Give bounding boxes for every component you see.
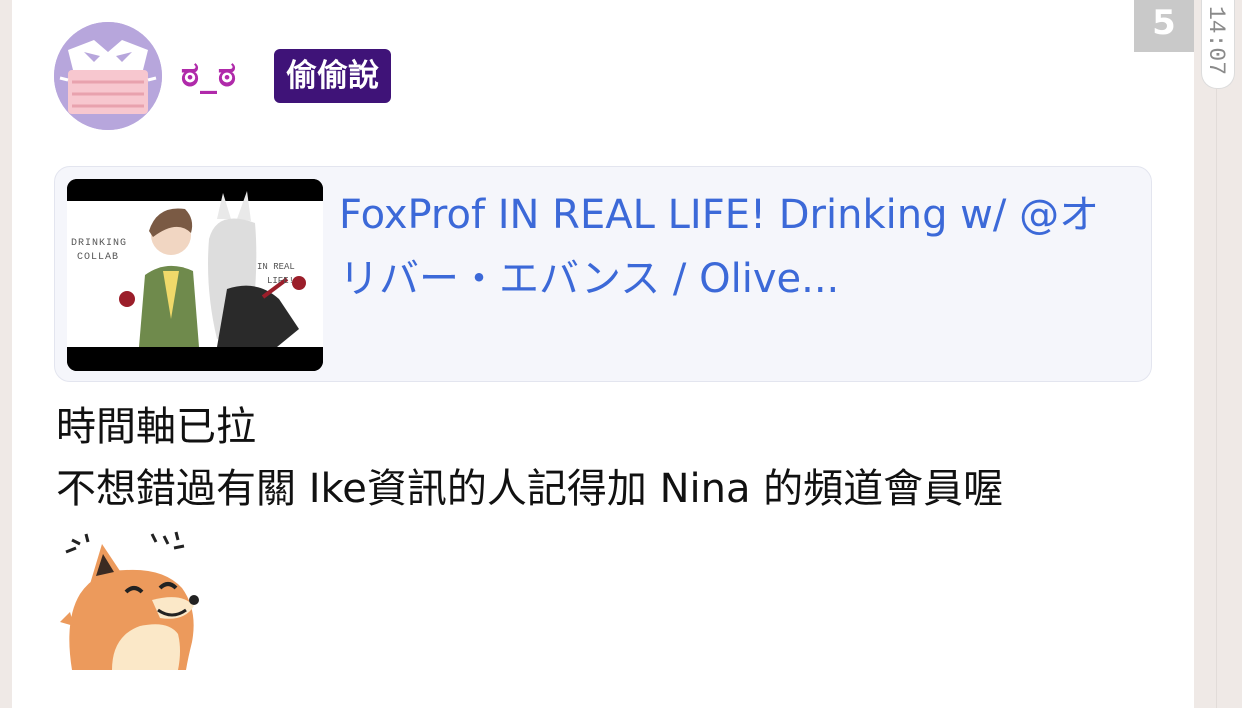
user-avatar[interactable] — [54, 22, 162, 130]
thumbnail-right-text: IN REAL — [257, 262, 295, 272]
smiling-fox-sticker-icon — [60, 531, 199, 670]
timestamp: 14:07 — [1203, 6, 1229, 76]
link-preview-card[interactable]: DRINKING COLLAB IN REAL LIFE! FoxProf IN… — [54, 166, 1152, 382]
thumbnail-left-text: DRINKING — [71, 238, 127, 249]
reply-count-badge[interactable]: 5 — [1134, 0, 1194, 52]
thumbnail-right-text-2: LIFE! — [267, 276, 294, 286]
user-tag-badge: 偷偷說 — [274, 49, 391, 103]
link-preview-title[interactable]: FoxProf IN REAL LIFE! Drinking w/ @オリバー・… — [339, 183, 1139, 311]
video-thumbnail[interactable]: DRINKING COLLAB IN REAL LIFE! — [67, 179, 323, 371]
masked-face-avatar-icon — [54, 22, 162, 130]
thumbnail-left-text-2: COLLAB — [77, 252, 119, 263]
message-text: 時間軸已拉 不想錯過有關 Ike資訊的人記得加 Nina 的頻道會員喔 — [56, 396, 1003, 520]
username[interactable]: ಠ_ಠ — [181, 52, 237, 98]
message-line-1: 時間軸已拉 — [56, 404, 256, 450]
thumbnail-illustration-icon: DRINKING COLLAB IN REAL LIFE! — [67, 179, 323, 371]
sticker[interactable] — [56, 530, 202, 670]
timeline-rail — [1216, 88, 1217, 708]
message-line-2: 不想錯過有關 Ike資訊的人記得加 Nina 的頻道會員喔 — [56, 466, 1004, 512]
